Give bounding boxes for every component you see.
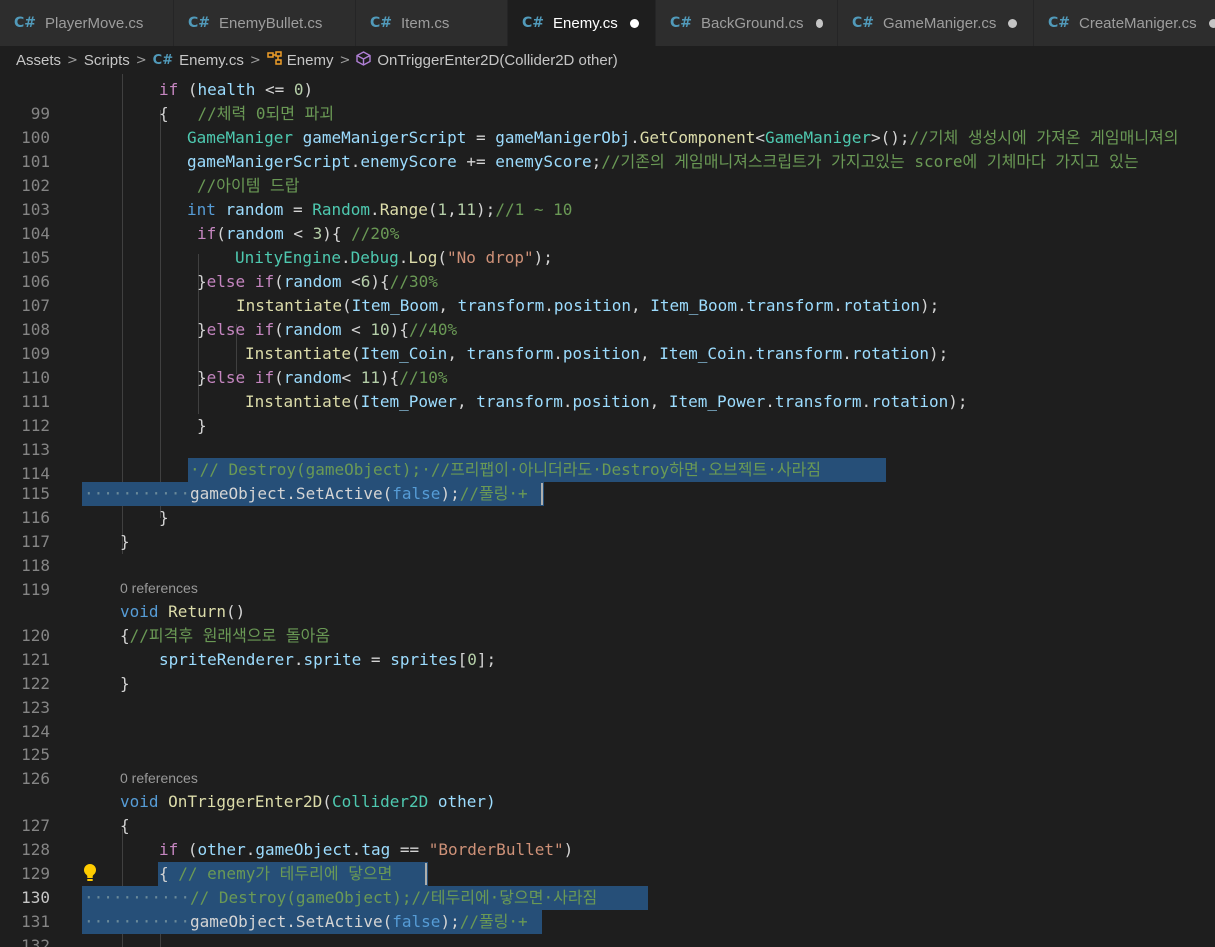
code-line[interactable]: 125 (0, 719, 1215, 764)
breadcrumb: Assets > Scripts > C# Enemy.cs > Enemy >… (0, 46, 1215, 74)
code-editor[interactable]: 99 if (health <= 0) 100 { //체력 0되면 파괴 10… (0, 74, 1215, 947)
line-number: 126 (21, 769, 50, 788)
code-line[interactable]: 103 //아이템 드랍 (0, 174, 1215, 219)
lightbulb-icon[interactable] (80, 862, 102, 886)
chevron-right-icon: > (339, 52, 351, 68)
code-comment: //10% (399, 368, 448, 387)
code-comment: //기체 생성시에 가져온 게임매니져의 (909, 128, 1179, 147)
code-line[interactable]: 121 {//피격후 원래색으로 돌아옴 (0, 624, 1215, 669)
code-line[interactable]: 106 UnityEngine.Debug.Log("No drop"); (0, 246, 1215, 291)
code-line[interactable]: 116 ···········gameObject.SetActive(fals… (0, 482, 1215, 527)
line-number: 119 (21, 580, 50, 599)
csharp-file-icon: C# (188, 15, 211, 31)
tab-enemy[interactable]: C# Enemy.cs (508, 0, 656, 46)
code-line[interactable]: 120 void Return() (0, 600, 1215, 645)
method-cube-icon (356, 50, 372, 70)
tab-enemybullet[interactable]: C# EnemyBullet.cs (174, 0, 356, 46)
unsaved-dot-icon[interactable] (1208, 18, 1215, 28)
code-line[interactable]: 109 }else if(random < 10){//40% (0, 318, 1215, 363)
csharp-file-icon: C# (14, 15, 37, 31)
code-line[interactable]: 127 void OnTriggerEnter2D(Collider2D oth… (0, 790, 1215, 835)
code-line[interactable]: 124 (0, 696, 1215, 741)
code-comment: //20% (351, 224, 400, 243)
tab-label: EnemyBullet.cs (219, 14, 323, 32)
tab-label: CreateManiger.cs (1079, 14, 1197, 32)
code-line[interactable]: 107 }else if(random <6){//30% (0, 270, 1215, 315)
tab-label: Item.cs (401, 14, 450, 32)
tab-label: BackGround.cs (701, 14, 804, 32)
editor-tab-bar: C# PlayerMove.cs C# EnemyBullet.cs C# It… (0, 0, 1215, 46)
unsaved-dot-icon[interactable] (1008, 18, 1018, 28)
code-line[interactable]: 102 gameManigerScript.enemyScore += enem… (0, 150, 1215, 195)
code-line[interactable]: 133 (0, 934, 1215, 947)
csharp-file-icon: C# (152, 52, 174, 68)
breadcrumb-scripts[interactable]: Scripts (84, 52, 130, 69)
code-comment: //아이템 드랍 (197, 176, 300, 195)
chevron-right-icon: > (67, 52, 78, 68)
unsaved-dot-icon[interactable] (629, 18, 639, 28)
code-line[interactable]: 99 if (health <= 0) (0, 78, 1215, 123)
tab-gamemaniger[interactable]: C# GameManiger.cs (838, 0, 1034, 46)
code-line[interactable]: 118 } (0, 530, 1215, 575)
code-line[interactable]: 105 if(random < 3){ //20% (0, 222, 1215, 267)
code-line[interactable]: 108 Instantiate(Item_Boom, transform.pos… (0, 294, 1215, 339)
unsaved-dot-icon[interactable] (815, 18, 823, 28)
csharp-file-icon: C# (670, 15, 693, 31)
text-cursor (425, 863, 427, 885)
code-line[interactable]: 104 int random = Random.Range(1,11);//1 … (0, 198, 1215, 243)
code-line[interactable]: 126 (0, 743, 1215, 788)
code-line[interactable]: 113 } (0, 414, 1215, 459)
code-line[interactable]: 128 { (0, 814, 1215, 859)
csharp-file-icon: C# (370, 15, 393, 31)
breadcrumb-class[interactable]: Enemy (287, 52, 334, 69)
code-comment: ·// Destroy(gameObject);·//프리팹이·아니더라도·De… (190, 460, 822, 479)
code-line[interactable]: 100 { //체력 0되면 파괴 (0, 102, 1215, 147)
code-comment: //40% (408, 320, 458, 339)
code-line[interactable]: 130 { // enemy가 테두리에 닿으면 (0, 862, 1215, 907)
tab-label: Enemy.cs (553, 14, 618, 32)
codelens-references[interactable]: 0 references (120, 580, 198, 596)
code-line[interactable]: 117 } (0, 506, 1215, 551)
code-line[interactable]: 119 (0, 554, 1215, 599)
code-line[interactable]: 123 } (0, 672, 1215, 717)
code-comment: //기존의 게임매니져스크립트가 가지고있는 score에 기체마다 가지고 있… (601, 152, 1139, 171)
csharp-file-icon: C# (852, 15, 875, 31)
code-line[interactable]: 112 Instantiate(Item_Power, transform.po… (0, 390, 1215, 435)
code-line[interactable]: 111 }else if(random< 11){//10% (0, 366, 1215, 411)
code-comment: //1 ~ 10 (495, 200, 573, 219)
tab-background[interactable]: C# BackGround.cs (656, 0, 838, 46)
chevron-right-icon: > (249, 52, 261, 68)
tab-item[interactable]: C# Item.cs (356, 0, 508, 46)
code-line[interactable]: 110 Instantiate(Item_Coin, transform.pos… (0, 342, 1215, 387)
breadcrumb-file[interactable]: Enemy.cs (179, 52, 244, 69)
tab-label: GameManiger.cs (883, 14, 997, 32)
code-comment: //체력 0되면 파괴 (197, 104, 335, 123)
codelens-references[interactable]: 0 references (120, 770, 198, 786)
code-line[interactable]: 115 ·// Destroy(gameObject);·//프리팹이·아니더라… (0, 458, 1215, 503)
breadcrumb-method[interactable]: OnTriggerEnter2D(Collider2D other) (377, 52, 617, 69)
tab-createmaniger[interactable]: C# CreateManiger.cs (1034, 0, 1215, 46)
tab-label: PlayerMove.cs (45, 14, 144, 32)
code-line[interactable]: 122 spriteRenderer.sprite = sprites[0]; (0, 648, 1215, 693)
text-cursor (541, 483, 543, 505)
csharp-file-icon: C# (1048, 15, 1071, 31)
tab-playermove[interactable]: C# PlayerMove.cs (0, 0, 174, 46)
code-line[interactable]: 101 GameManiger gameManigerScript = game… (0, 126, 1215, 171)
csharp-file-icon: C# (522, 15, 545, 31)
code-line[interactable]: 129 if (other.gameObject.tag == "BorderB… (0, 838, 1215, 883)
code-comment: //30% (389, 272, 438, 291)
code-line[interactable]: 131 ···········// Destroy(gameObject);//… (0, 886, 1215, 931)
chevron-right-icon: > (135, 52, 147, 68)
breadcrumb-assets[interactable]: Assets (16, 52, 61, 69)
class-icon (267, 51, 282, 69)
code-line[interactable]: 132 ···········gameObject.SetActive(fals… (0, 910, 1215, 947)
